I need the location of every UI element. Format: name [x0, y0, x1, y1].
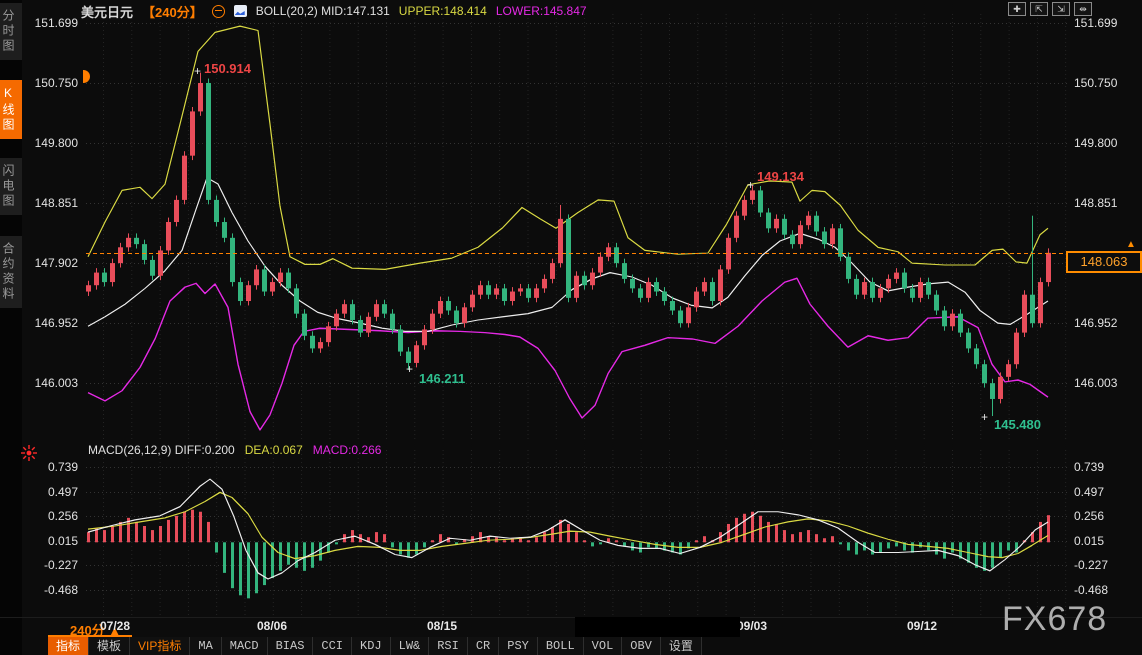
low-marker-cross: + [406, 362, 413, 376]
horizontal-adjust-icon[interactable]: ⇹ [1074, 2, 1092, 16]
price-tick: 148.851 [0, 195, 78, 211]
x-axis-date: 07/28 [85, 619, 145, 633]
price-chart-canvas[interactable] [86, 14, 1068, 442]
macd-tick-right: 0.497 [1074, 484, 1104, 500]
macd-tick: -0.227 [0, 557, 78, 573]
price-tick: 146.952 [0, 315, 78, 331]
low-annotation-2: 145.480 [994, 417, 1041, 432]
toolbar-tab-vol[interactable]: VOL [584, 637, 623, 655]
chart-window: 分时图 K线图 闪电图 合约资料 美元日元 【240分】 BOLL(20,2) … [0, 0, 1142, 655]
price-tick: 149.800 [0, 135, 78, 151]
price-tick: 147.902 [0, 255, 78, 271]
macd-tick-right: -0.227 [1074, 557, 1108, 573]
price-tick-right: 150.750 [1074, 75, 1117, 91]
macd-tick-right: 0.256 [1074, 508, 1104, 524]
price-tick: 146.003 [0, 375, 78, 391]
x-axis-date: 08/06 [242, 619, 302, 633]
macd-tick: 0.015 [0, 533, 78, 549]
last-price-badge: 148.063 [1066, 251, 1142, 273]
high-marker-cross: + [194, 64, 201, 78]
price-tick-right: 149.800 [1074, 135, 1117, 151]
price-tick: 151.699 [0, 15, 78, 31]
low-marker-cross: + [981, 410, 988, 424]
x-axis-date: 08/15 [412, 619, 472, 633]
macd-tick-right: 0.739 [1074, 459, 1104, 475]
macd-chart-canvas[interactable] [86, 450, 1068, 617]
high-marker-cross: + [747, 178, 754, 192]
last-price-arrow-icon: ▲ [1126, 239, 1136, 250]
price-tick-right: 151.699 [1074, 15, 1117, 31]
toolbar-tab-settings[interactable]: 设置 [661, 637, 702, 655]
price-tick-right: 146.952 [1074, 315, 1117, 331]
sidebar-tab-contract-info[interactable]: 合约资料 [0, 236, 22, 308]
toolbar-tab-cci[interactable]: CCI [313, 637, 352, 655]
macd-tick: 0.497 [0, 484, 78, 500]
toolbar-tab-bias[interactable]: BIAS [268, 637, 314, 655]
toolbar-tab-psy[interactable]: PSY [499, 637, 538, 655]
price-tick: 150.750 [0, 75, 78, 91]
high-annotation-2: 149.134 [757, 169, 804, 184]
toolbar-tab-obv[interactable]: OBV [622, 637, 661, 655]
toolbar-tab-boll[interactable]: BOLL [538, 637, 584, 655]
macd-tick: -0.468 [0, 582, 78, 598]
macd-tick-right: 0.015 [1074, 533, 1104, 549]
divider [0, 617, 1142, 618]
toolbar-tab-cr[interactable]: CR [468, 637, 499, 655]
toolbar-tab-kdj[interactable]: KDJ [352, 637, 391, 655]
sidebar-tab-time-chart[interactable]: 分时图 [0, 3, 22, 60]
high-annotation-1: 150.914 [204, 61, 251, 76]
x-axis-date: 09/12 [892, 619, 952, 633]
fx678-watermark: FX678 [1002, 600, 1107, 639]
toolbar-tab-indicator[interactable]: 指标 [48, 637, 89, 655]
indicator-toolbar: 指标 模板 VIP指标 MA MACD BIAS CCI KDJ LW& RSI… [48, 637, 702, 655]
price-tick-right: 146.003 [1074, 375, 1117, 391]
toolbar-tab-vip-indicator[interactable]: VIP指标 [130, 637, 190, 655]
toolbar-tab-template[interactable]: 模板 [89, 637, 130, 655]
toolbar-tab-lw[interactable]: LW& [391, 637, 430, 655]
toolbar-tab-rsi[interactable]: RSI [429, 637, 468, 655]
toolbar-tab-macd[interactable]: MACD [222, 637, 268, 655]
macd-tick-right: -0.468 [1074, 582, 1108, 598]
price-tick-right: 148.851 [1074, 195, 1117, 211]
macd-tick: 0.256 [0, 508, 78, 524]
redacted-region [575, 617, 740, 637]
low-annotation-1: 146.211 [419, 371, 465, 386]
macd-tick: 0.739 [0, 459, 78, 475]
toolbar-tab-ma[interactable]: MA [190, 637, 221, 655]
